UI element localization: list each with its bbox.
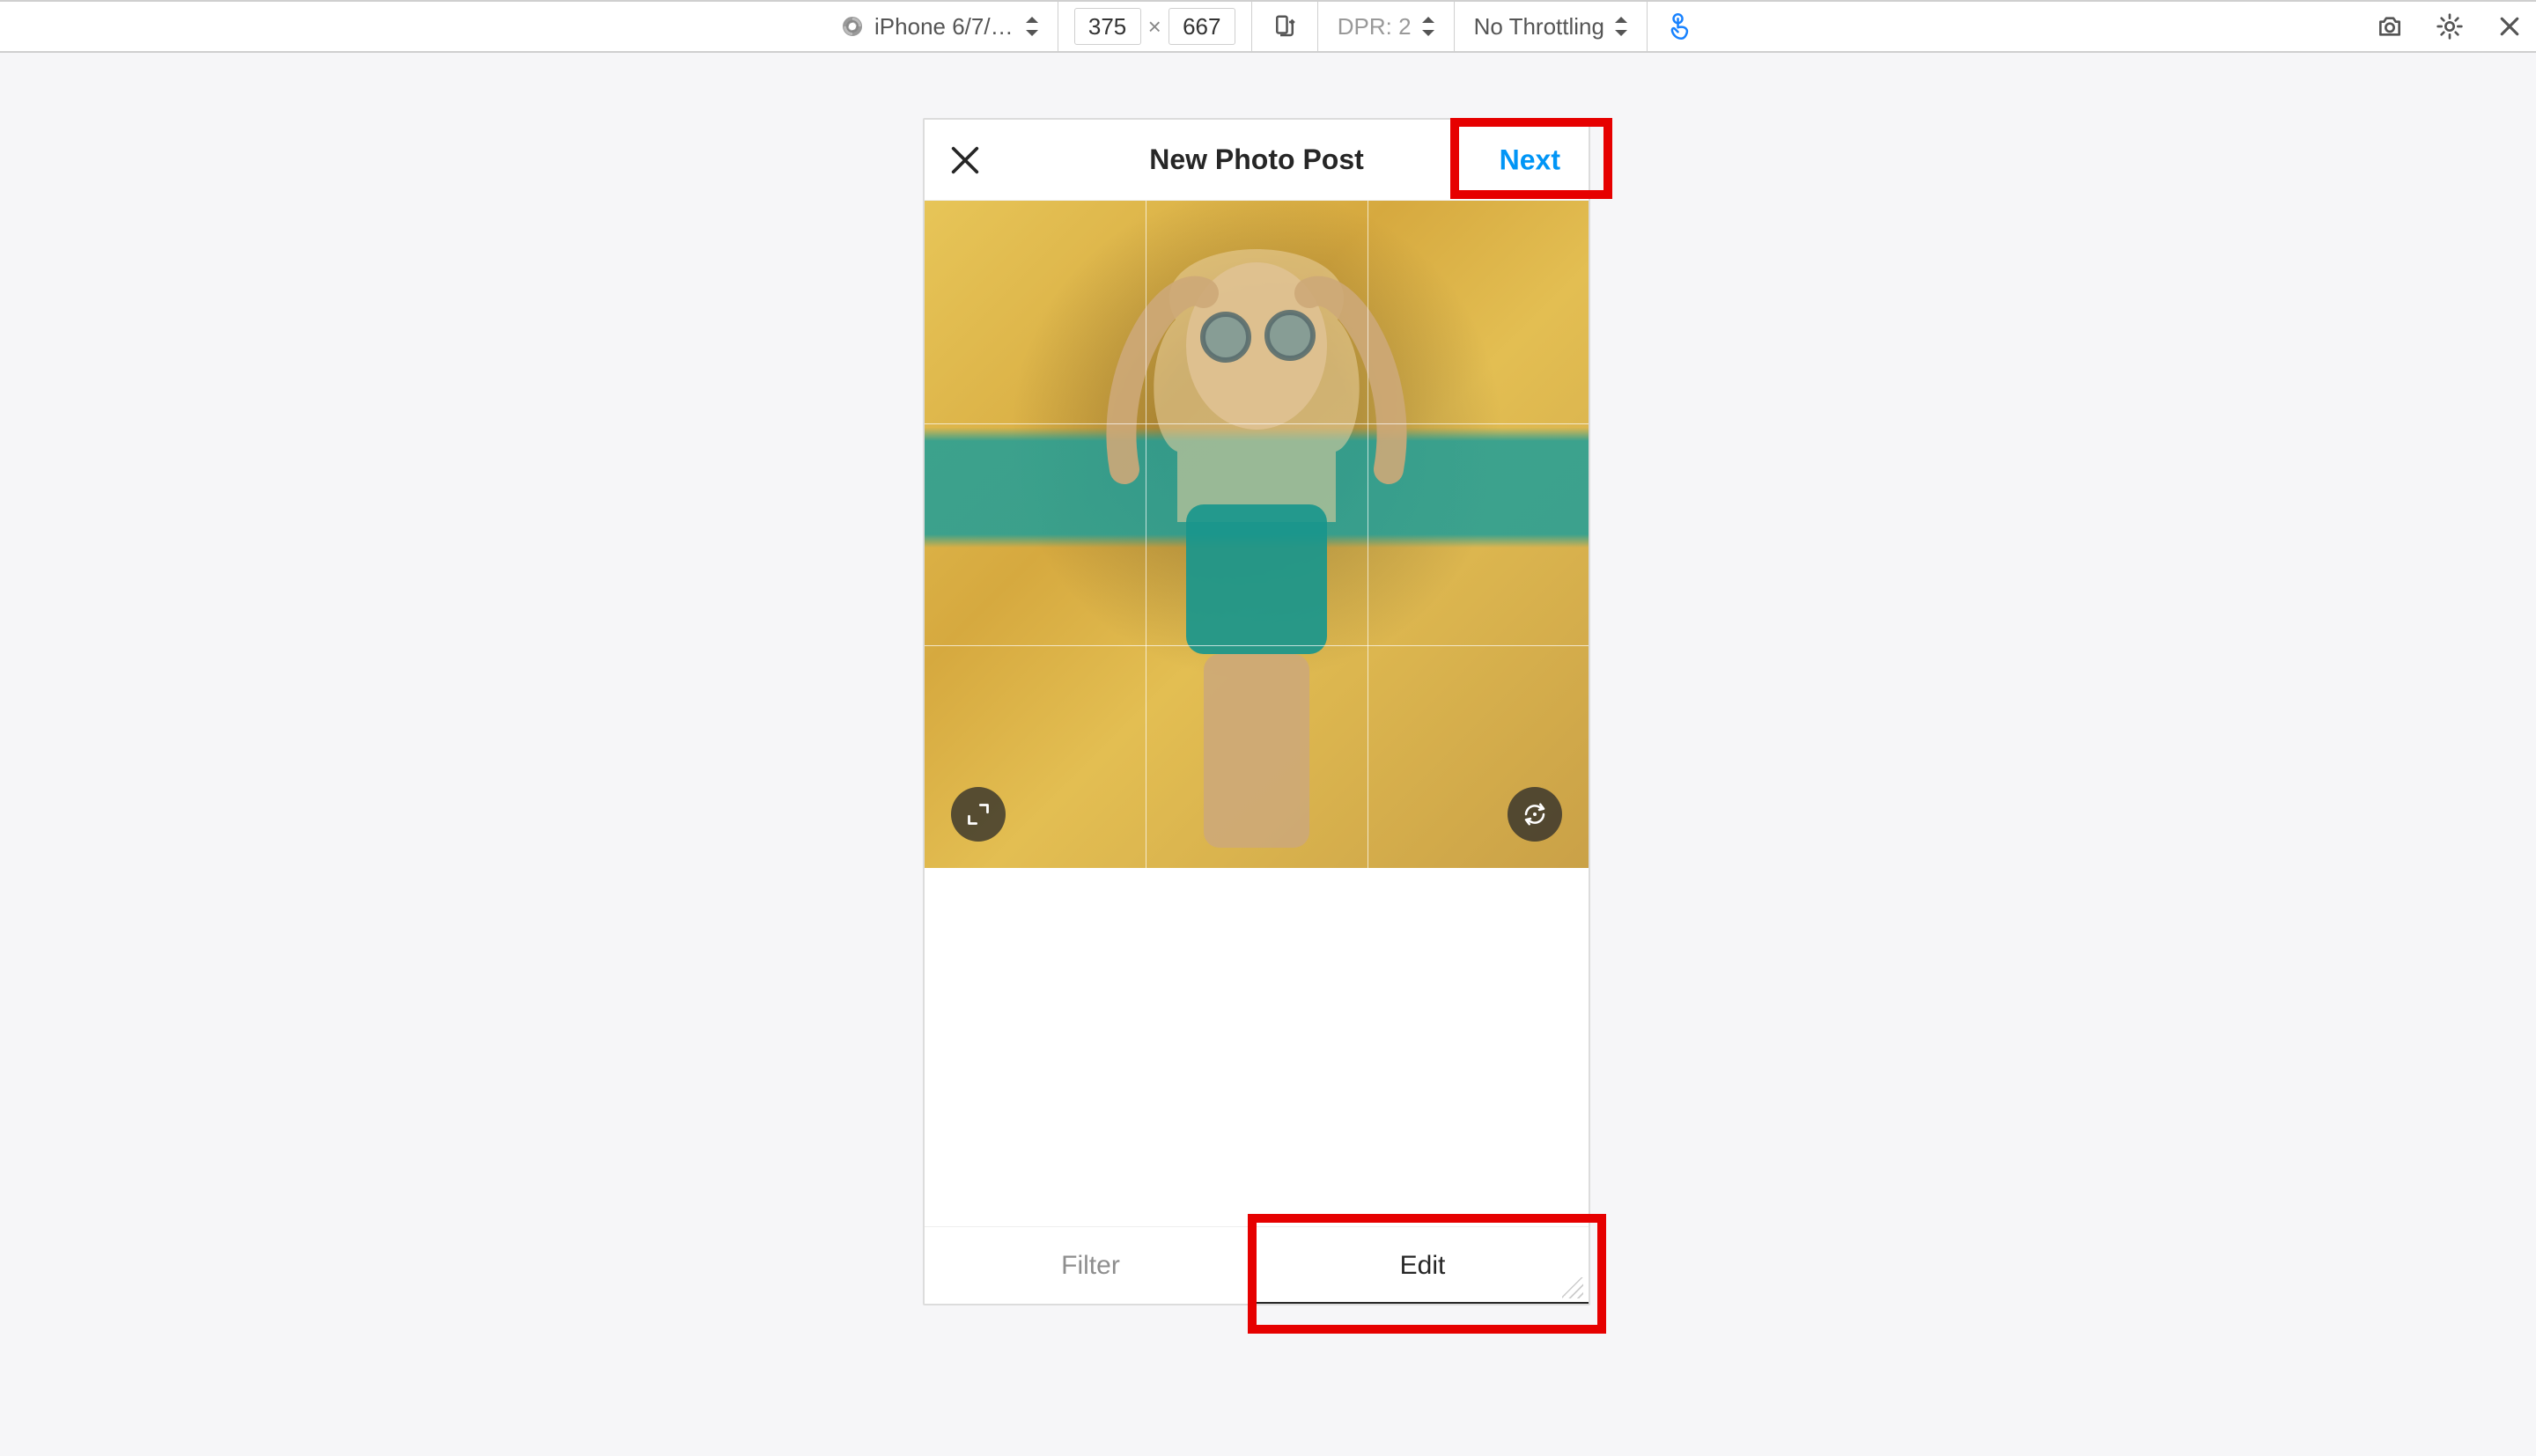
viewport-height-input[interactable] <box>1168 8 1235 45</box>
devtools-settings-button[interactable] <box>2432 9 2467 44</box>
dpr-label: DPR: 2 <box>1338 13 1412 40</box>
phone-viewport: New Photo Post Next <box>923 118 1590 1305</box>
viewport-width-input[interactable] <box>1074 8 1141 45</box>
photo-crop-area[interactable] <box>925 201 1589 868</box>
close-icon <box>947 143 983 178</box>
page-title: New Photo Post <box>1149 143 1364 176</box>
screenshot-button[interactable] <box>2372 9 2407 44</box>
tab-filter[interactable]: Filter <box>925 1227 1257 1304</box>
devtools-toolbar: iPhone 6/7/… × DPR: 2 No Throttling <box>0 0 2536 53</box>
viewport-dimensions: × <box>1058 2 1251 51</box>
expand-crop-button[interactable] <box>951 787 1006 842</box>
touch-simulation-toggle[interactable] <box>1648 11 1713 41</box>
devtools-right-actions <box>2372 2 2527 51</box>
tab-edit-label: Edit <box>1400 1251 1446 1281</box>
responsive-canvas: New Photo Post Next <box>0 53 2536 1456</box>
gallery-area <box>925 868 1589 1226</box>
app-header: New Photo Post Next <box>925 120 1589 201</box>
throttling-label: No Throttling <box>1474 13 1604 40</box>
device-select[interactable]: iPhone 6/7/… <box>823 2 1058 51</box>
tab-filter-label: Filter <box>1061 1251 1120 1281</box>
site-favicon-icon <box>843 17 862 36</box>
next-button[interactable]: Next <box>1493 138 1567 181</box>
separator <box>1251 2 1252 51</box>
close-devtools-button[interactable] <box>2492 9 2527 44</box>
throttling-select[interactable]: No Throttling <box>1455 13 1647 40</box>
expand-icon <box>966 802 991 827</box>
close-icon <box>2496 13 2523 40</box>
dpr-select[interactable]: DPR: 2 <box>1318 13 1454 40</box>
chevron-updown-icon <box>1615 17 1627 36</box>
swap-icon <box>1522 801 1548 827</box>
tab-edit[interactable]: Edit <box>1257 1227 1589 1304</box>
rotate-device-icon <box>1272 13 1298 40</box>
dimension-separator: × <box>1146 13 1163 40</box>
touch-icon <box>1667 11 1693 41</box>
bottom-tabs: Filter Edit <box>925 1226 1589 1304</box>
camera-icon <box>2376 12 2404 40</box>
resize-grip-icon <box>1562 1277 1583 1298</box>
rotate-viewport-button[interactable] <box>1272 13 1298 40</box>
photo-placeholder <box>925 201 1589 868</box>
chevron-updown-icon <box>1422 17 1434 36</box>
chevron-updown-icon <box>1026 17 1038 36</box>
device-controls: iPhone 6/7/… × DPR: 2 No Throttling <box>823 2 1713 51</box>
gear-icon <box>2436 12 2464 40</box>
switch-photo-button[interactable] <box>1508 787 1562 842</box>
close-button[interactable] <box>946 141 984 180</box>
device-select-label: iPhone 6/7/… <box>874 13 1014 40</box>
